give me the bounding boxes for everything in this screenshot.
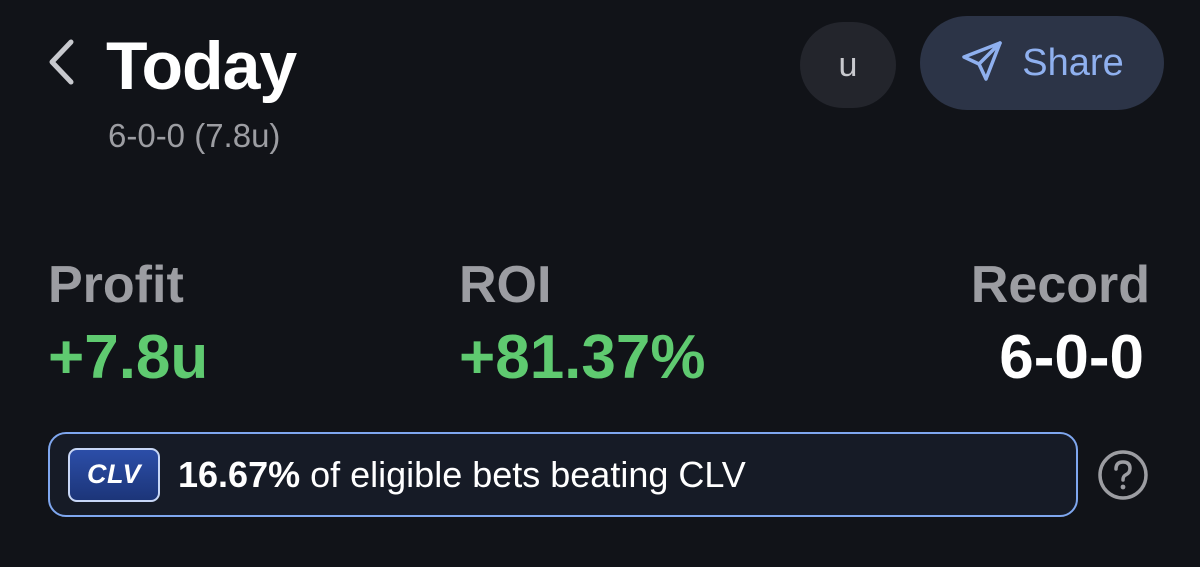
unit-toggle-button[interactable]: u — [800, 22, 896, 108]
chevron-left-icon — [46, 38, 76, 91]
send-icon — [960, 39, 1004, 88]
profit-label: Profit — [48, 256, 184, 314]
help-button[interactable] — [1097, 449, 1149, 506]
record-label: Record — [970, 256, 1150, 314]
bet-summary-screen: Today 6-0-0 (7.8u) u Share Profit +7.8u … — [0, 0, 1200, 567]
page-title: Today — [106, 28, 297, 104]
record-value: 6-0-0 — [999, 323, 1144, 392]
clv-description: of eligible bets beating CLV — [310, 453, 746, 495]
share-label: Share — [1022, 42, 1124, 84]
profit-value: +7.8u — [48, 323, 209, 392]
clv-percent: 16.67% — [178, 453, 301, 495]
question-circle-icon — [1097, 449, 1149, 506]
clv-summary-box[interactable]: CLV 16.67% of eligible bets beating CLV — [48, 432, 1078, 517]
record-subtitle: 6-0-0 (7.8u) — [108, 117, 281, 154]
clv-badge: CLV — [68, 447, 160, 502]
back-button[interactable] — [38, 38, 84, 90]
roi-value: +81.37% — [459, 323, 706, 392]
roi-label: ROI — [459, 256, 552, 314]
share-button[interactable]: Share — [920, 16, 1164, 110]
